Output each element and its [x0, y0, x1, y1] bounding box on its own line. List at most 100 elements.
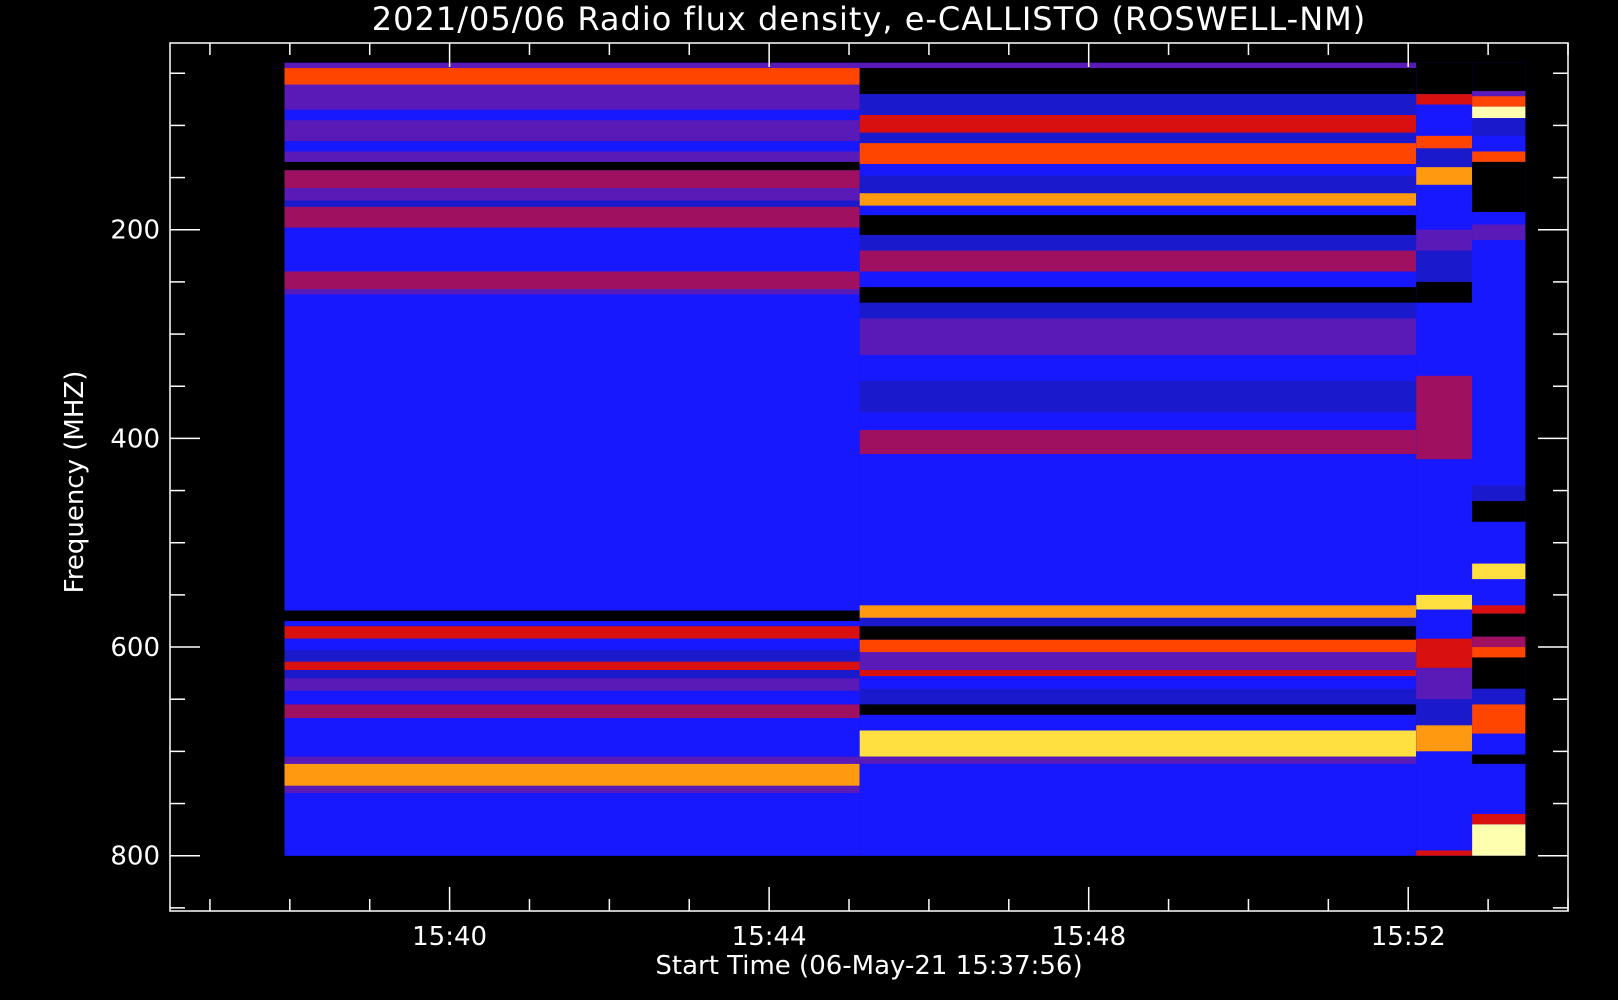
heatmap-band [1472, 647, 1526, 658]
heatmap-band [859, 164, 1417, 176]
heatmap-band [284, 188, 860, 201]
heatmap-band [1472, 763, 1526, 814]
heatmap-band [284, 785, 860, 794]
heatmap-band [1472, 605, 1526, 614]
heatmap-band [284, 289, 860, 295]
heatmap-band [284, 62, 860, 69]
heatmap-band [859, 271, 1417, 288]
heatmap-band [284, 141, 860, 152]
x-tick-label: 15:40 [412, 922, 487, 952]
heatmap-band [284, 170, 860, 189]
heatmap-band [284, 120, 860, 142]
heatmap-band [859, 215, 1417, 235]
heatmap-band [1472, 62, 1526, 91]
heatmap-band [1472, 501, 1526, 522]
heatmap-band [1472, 118, 1526, 136]
heatmap-band [1416, 135, 1473, 149]
x-tick-label: 15:44 [732, 922, 807, 952]
heatmap-band [859, 205, 1417, 216]
y-tick-label: 200 [110, 216, 160, 246]
heatmap-band [284, 670, 860, 679]
heatmap-band [1416, 184, 1473, 230]
heatmap-band [859, 381, 1417, 413]
heatmap-band [859, 193, 1417, 206]
heatmap-band [1472, 90, 1526, 97]
spectrogram-chart: 15:40 15:44 15:48 15:52 200 400 600 800 2021/05… [60, 0, 1569, 981]
heatmap-band [859, 318, 1417, 355]
heatmap-band [1416, 725, 1473, 752]
heatmap-band [859, 639, 1417, 653]
heatmap-band [1472, 151, 1526, 162]
heatmap-band [284, 200, 860, 207]
heatmap-band [859, 670, 1417, 677]
heatmap-band [284, 650, 860, 662]
heatmap-band [1472, 754, 1526, 764]
heatmap-band [859, 730, 1417, 757]
heatmap-band [859, 756, 1417, 764]
heatmap-band [859, 704, 1417, 715]
heatmap-band [1416, 459, 1473, 595]
heatmap-band [859, 412, 1417, 431]
x-tick-label: 15:52 [1371, 922, 1446, 952]
heatmap-band [284, 151, 860, 162]
heatmap-band [1472, 613, 1526, 637]
x-axis-label: Start Time (06-May-21 15:37:56) [655, 951, 1082, 981]
heatmap-band [284, 638, 860, 651]
heatmap-band [859, 143, 1417, 165]
heatmap-band [284, 718, 860, 757]
heatmap-band [859, 68, 1417, 95]
heatmap-band [284, 678, 860, 691]
heatmap-band [859, 688, 1417, 705]
heatmap-band [284, 756, 860, 764]
heatmap-band [1472, 485, 1526, 501]
heatmap-band [859, 114, 1417, 133]
heatmap-band [1472, 824, 1526, 856]
heatmap-band [859, 354, 1417, 382]
heatmap-band [284, 84, 860, 110]
heatmap-band [1472, 657, 1526, 689]
heatmap-band [1416, 609, 1473, 639]
heatmap-band [1472, 161, 1526, 213]
heatmap-band [284, 68, 860, 85]
heatmap-band [859, 302, 1417, 319]
heatmap-band [859, 175, 1417, 194]
heatmap-band [284, 763, 860, 786]
heatmap-band [1472, 135, 1526, 152]
heatmap-band [1472, 212, 1526, 225]
heatmap-band [1472, 240, 1526, 486]
heatmap-band [1416, 250, 1473, 282]
heatmap-band [284, 294, 860, 611]
heatmap-band [1416, 281, 1473, 303]
heatmap-band [859, 132, 1417, 144]
heatmap-band [284, 620, 860, 627]
heatmap-band [1416, 751, 1473, 851]
heatmap-band [1416, 104, 1473, 136]
heatmap-band [1472, 733, 1526, 755]
heatmap-band [284, 793, 860, 856]
heatmap-band [1416, 302, 1473, 376]
heatmap-band [859, 430, 1417, 455]
heatmap-band [1416, 667, 1473, 700]
heatmap-band [1416, 229, 1473, 251]
heatmap-band [284, 271, 860, 290]
heatmap-band [1472, 521, 1526, 564]
heatmap-band [859, 287, 1417, 303]
heatmap-band [284, 704, 860, 718]
heatmap-band [859, 714, 1417, 731]
heatmap-band [1416, 62, 1473, 95]
heatmap-band [1416, 850, 1473, 856]
chart-title: 2021/05/06 Radio flux density, e-CALLIST… [372, 0, 1366, 38]
heatmap-band [859, 626, 1417, 640]
heatmap-band [284, 626, 860, 639]
heatmap-band [859, 652, 1417, 671]
heatmap-band [859, 94, 1417, 115]
spectrogram-heatmap [284, 62, 1526, 856]
heatmap-band [1416, 167, 1473, 185]
heatmap-band [1472, 813, 1526, 825]
heatmap-band [1416, 699, 1473, 726]
heatmap-band [284, 661, 860, 671]
heatmap-band [859, 454, 1417, 606]
heatmap-band [284, 206, 860, 228]
y-axis-label: Frequency (MHZ) [60, 371, 90, 594]
heatmap-band [1472, 96, 1526, 107]
